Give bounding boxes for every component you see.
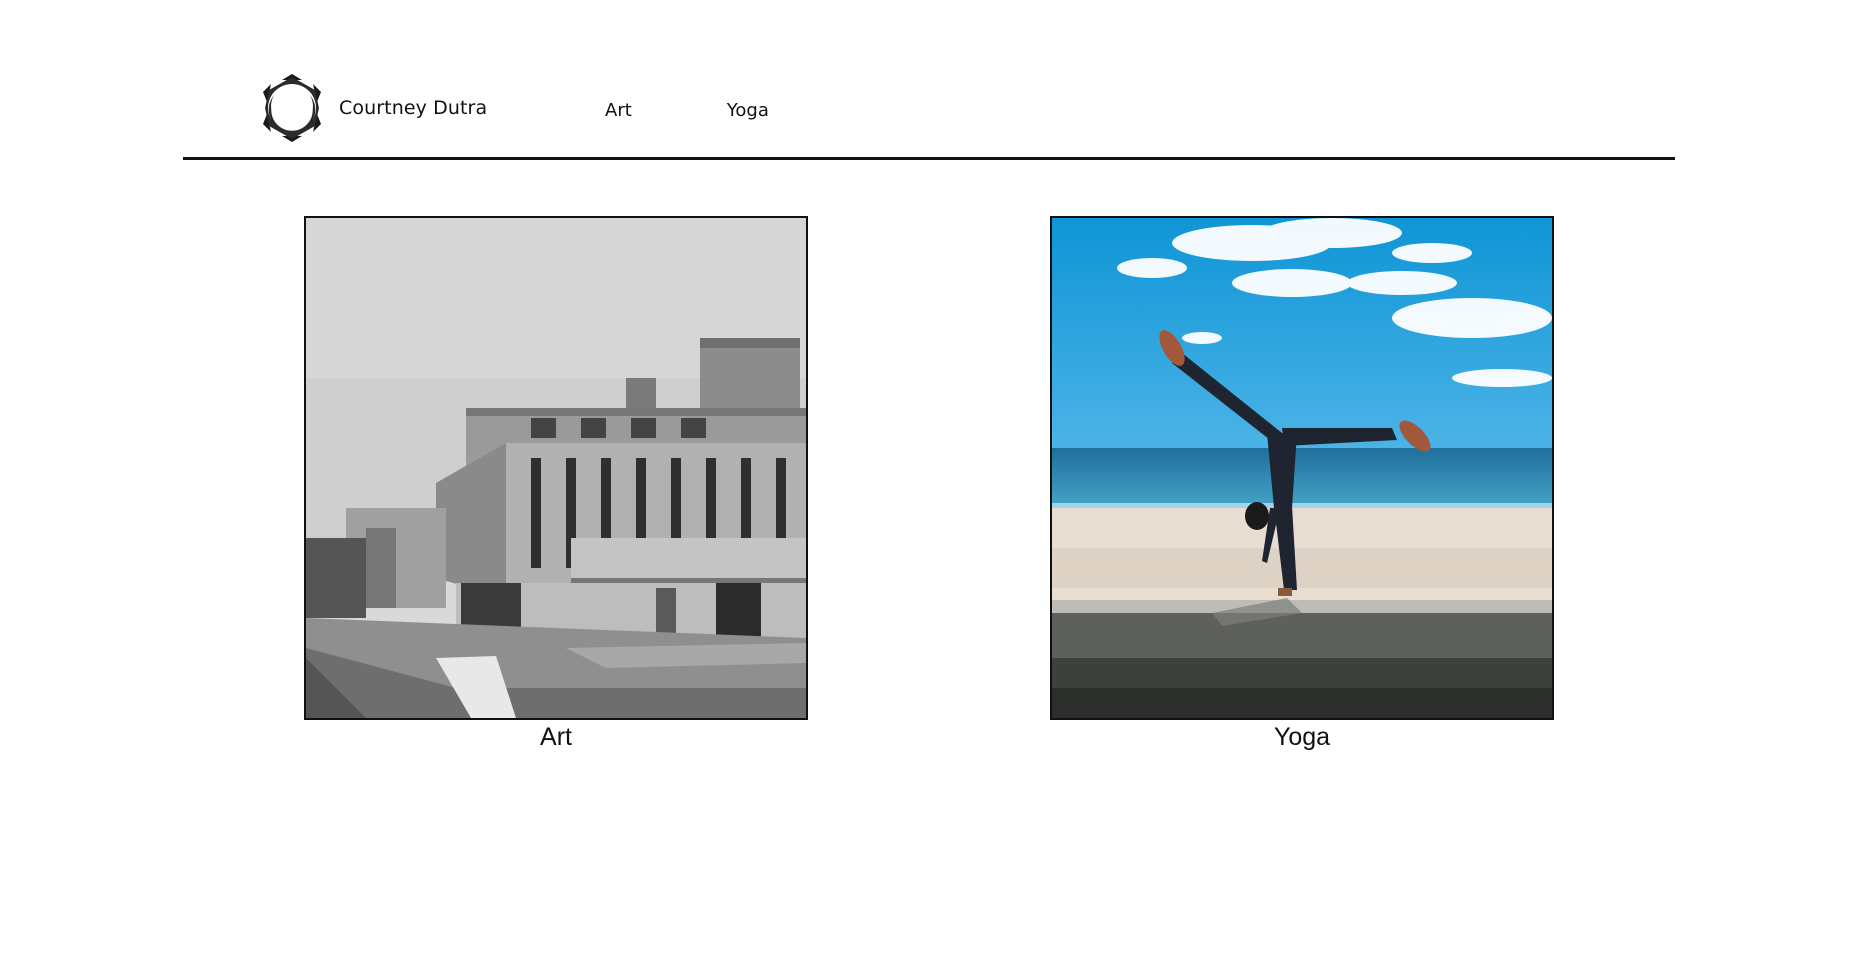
lotus-ring-logo-icon	[259, 72, 325, 144]
main-nav: Art Yoga	[605, 100, 769, 121]
art-thumbnail-image[interactable]	[304, 216, 808, 720]
brand-home-link[interactable]: Courtney Dutra	[259, 72, 487, 144]
yoga-thumbnail-image[interactable]	[1050, 216, 1554, 720]
header-divider	[183, 157, 1675, 160]
yoga-card[interactable]: Yoga	[1050, 216, 1554, 752]
nav-link-yoga[interactable]: Yoga	[727, 100, 769, 121]
brand-name: Courtney Dutra	[339, 97, 488, 119]
nav-link-art[interactable]: Art	[605, 100, 632, 121]
yoga-caption[interactable]: Yoga	[1050, 722, 1554, 752]
art-card[interactable]: Art	[304, 216, 808, 752]
page: Courtney Dutra Art Yoga Art Yoga	[0, 0, 1850, 960]
art-caption[interactable]: Art	[304, 722, 808, 752]
site-header: Courtney Dutra Art Yoga	[183, 60, 1675, 160]
